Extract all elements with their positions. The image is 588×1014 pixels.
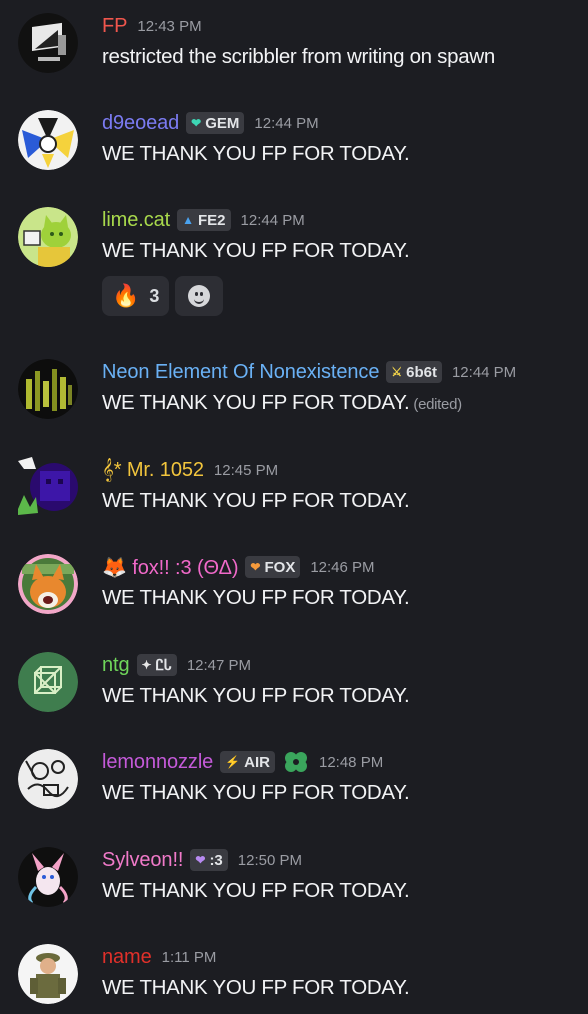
message-body: WE THANK YOU FP FOR TODAY. bbox=[102, 391, 410, 414]
server-tag-label: :3 bbox=[209, 851, 223, 869]
server-tag-label: FE2 bbox=[198, 211, 226, 229]
sketch-avatar[interactable] bbox=[18, 749, 78, 809]
author-name[interactable]: 🦊 fox!! :3 (ΘΔ) bbox=[102, 555, 239, 580]
message-text: WE THANK YOU FP FOR TODAY. bbox=[102, 879, 410, 902]
author-name[interactable]: 𝄞* Mr. 1052 bbox=[102, 459, 204, 482]
message-text: WE THANK YOU FP FOR TODAY. bbox=[102, 781, 410, 804]
soldier-avatar[interactable] bbox=[18, 944, 78, 1004]
server-tag[interactable]: ⚡ AIR bbox=[220, 751, 275, 773]
message-text: WE THANK YOU FP FOR TODAY. bbox=[102, 976, 410, 999]
server-tag[interactable]: ✦ ᏝᏓ bbox=[136, 654, 177, 676]
heart-icon: ❤ bbox=[191, 116, 202, 130]
server-tag[interactable]: ❤:3 bbox=[190, 849, 228, 871]
server-tag-label: AIR bbox=[244, 753, 270, 771]
timestamp: 12:44 PM bbox=[451, 363, 517, 381]
add-reaction-button[interactable] bbox=[175, 276, 224, 316]
author-name[interactable]: ntg bbox=[102, 654, 130, 677]
server-tag-label: FOX bbox=[264, 558, 296, 576]
author-name[interactable]: name bbox=[102, 946, 152, 969]
timestamp: 12:48 PM bbox=[318, 753, 384, 771]
reaction-bar: 🔥 3 bbox=[102, 276, 229, 316]
sylveon-avatar[interactable] bbox=[18, 847, 78, 907]
message-text: WE THANK YOU FP FOR TODAY. (edited) bbox=[102, 391, 462, 415]
fox-avatar[interactable] bbox=[18, 554, 78, 614]
heart-icon: ❤ bbox=[250, 560, 261, 574]
server-tag-label: 6b6t bbox=[406, 363, 437, 381]
server-tag[interactable]: ▲ FE2 bbox=[177, 209, 231, 231]
author-name[interactable]: Neon Element Of Nonexistence bbox=[102, 361, 379, 384]
timestamp: 12:47 PM bbox=[186, 656, 252, 674]
author-name[interactable]: Sylveon!! bbox=[102, 849, 183, 872]
fire-icon: 🔥 bbox=[112, 283, 140, 308]
author-name[interactable]: lime.cat bbox=[102, 209, 170, 232]
server-tag[interactable]: ❤ FOX bbox=[245, 556, 301, 578]
edited-label: (edited) bbox=[413, 396, 462, 413]
lime-cat-avatar[interactable] bbox=[18, 207, 78, 267]
message-text: WE THANK YOU FP FOR TODAY. bbox=[102, 489, 410, 512]
server-tag-label: GEM bbox=[205, 114, 240, 132]
sword-icon: ⚔ bbox=[391, 365, 403, 379]
author-name[interactable]: FP bbox=[102, 15, 127, 38]
smile-icon bbox=[188, 285, 211, 307]
monitor-avatar[interactable] bbox=[18, 13, 78, 73]
timestamp: 1:11 PM bbox=[161, 948, 217, 966]
cube-avatar[interactable] bbox=[18, 652, 78, 712]
timestamp: 12:46 PM bbox=[310, 558, 375, 576]
server-tag[interactable]: ❤ GEM bbox=[186, 112, 245, 134]
heart-icon: ❤ bbox=[195, 853, 206, 867]
author-name[interactable]: lemonnozzle bbox=[102, 751, 213, 774]
server-tag[interactable]: ⚔ 6b6t bbox=[386, 361, 442, 383]
timestamp: 12:50 PM bbox=[237, 851, 302, 869]
bolt-icon: ⚡ bbox=[225, 755, 241, 769]
message-text: WE THANK YOU FP FOR TODAY. bbox=[102, 142, 410, 165]
message-text: WE THANK YOU FP FOR TODAY. bbox=[102, 239, 410, 262]
clover-icon[interactable] bbox=[283, 750, 309, 774]
drop-icon: ▲ bbox=[182, 213, 194, 227]
timestamp: 12:44 PM bbox=[254, 114, 319, 132]
message-text: WE THANK YOU FP FOR TODAY. bbox=[102, 684, 410, 707]
reaction-count: 3 bbox=[149, 285, 160, 306]
sparkle-icon: ✦ bbox=[141, 658, 152, 672]
message-text: restricted the scribbler from writing on… bbox=[102, 45, 495, 68]
purple-blob-avatar[interactable] bbox=[18, 457, 78, 517]
timestamp: 12:45 PM bbox=[213, 461, 279, 479]
cartoon-avatar[interactable] bbox=[18, 110, 78, 170]
timestamp: 12:43 PM bbox=[137, 17, 202, 35]
neon-avatar[interactable] bbox=[18, 359, 78, 419]
reaction-fire[interactable]: 🔥 3 bbox=[102, 276, 170, 316]
author-name[interactable]: d9eoead bbox=[102, 112, 179, 135]
message-text: WE THANK YOU FP FOR TODAY. bbox=[102, 586, 410, 609]
timestamp: 12:44 PM bbox=[240, 211, 305, 229]
server-tag-label: ᏝᏓ bbox=[155, 656, 172, 674]
